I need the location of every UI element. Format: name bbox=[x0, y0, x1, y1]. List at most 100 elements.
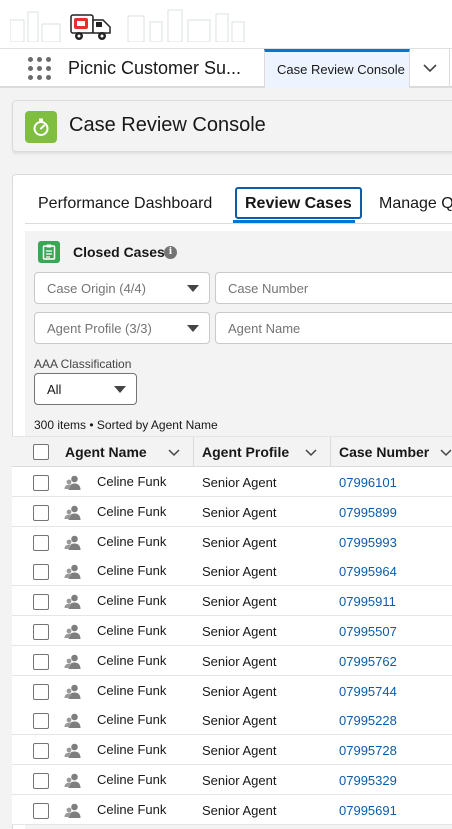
row-checkbox[interactable] bbox=[33, 653, 49, 670]
caret-down-icon bbox=[114, 386, 126, 393]
table-row[interactable]: Celine Funk Senior Agent 07995744 bbox=[12, 675, 452, 706]
agent-icon bbox=[64, 534, 81, 551]
agent-profile-combobox[interactable]: Agent Profile (3/3) bbox=[34, 312, 210, 344]
aaa-classification-select[interactable]: All bbox=[34, 373, 137, 405]
row-checkbox[interactable] bbox=[33, 683, 49, 700]
aaa-classification-value: All bbox=[47, 382, 62, 397]
item-count: 300 items • Sorted by Agent Name bbox=[34, 418, 218, 432]
chevron-down-icon[interactable] bbox=[168, 449, 180, 457]
agent-name-input[interactable]: Agent Name bbox=[215, 312, 452, 344]
agent-name-cell: Celine Funk bbox=[97, 742, 167, 758]
agent-icon bbox=[64, 623, 81, 640]
table-row[interactable]: Celine Funk Senior Agent 07995993 bbox=[12, 526, 452, 557]
tab-manage-q[interactable]: Manage Q bbox=[379, 195, 452, 213]
case-number-link[interactable]: 07996101 bbox=[339, 475, 397, 490]
table-row[interactable]: Celine Funk Senior Agent 07995691 bbox=[12, 794, 452, 825]
agent-profile-cell: Senior Agent bbox=[202, 683, 277, 699]
case-number-placeholder: Case Number bbox=[228, 281, 309, 296]
column-divider[interactable] bbox=[193, 437, 194, 468]
nav-more-button[interactable] bbox=[410, 49, 450, 88]
caret-down-icon bbox=[187, 285, 199, 292]
case-number-link[interactable]: 07995964 bbox=[339, 564, 397, 579]
agent-icon bbox=[64, 593, 81, 610]
case-number-link[interactable]: 07995228 bbox=[339, 713, 397, 728]
agent-icon bbox=[64, 683, 81, 700]
agent-name-cell: Celine Funk bbox=[97, 801, 167, 817]
case-number-link[interactable]: 07995911 bbox=[339, 594, 396, 609]
table-row[interactable]: Celine Funk Senior Agent 07996101 bbox=[12, 467, 452, 497]
column-header-agent-profile[interactable]: Agent Profile bbox=[202, 437, 289, 468]
table-row[interactable]: Celine Funk Senior Agent 07995762 bbox=[12, 645, 452, 676]
row-checkbox[interactable] bbox=[33, 713, 49, 730]
select-all-checkbox[interactable] bbox=[33, 444, 49, 460]
case-number-link[interactable]: 07995329 bbox=[339, 773, 397, 788]
panel-title: Closed Cases bbox=[73, 244, 165, 260]
column-header-agent-name[interactable]: Agent Name bbox=[65, 437, 147, 468]
cases-icon bbox=[38, 241, 60, 263]
case-number-link[interactable]: 07995899 bbox=[339, 505, 397, 520]
agent-name-cell: Celine Funk bbox=[97, 593, 167, 609]
table-row[interactable]: Celine Funk Senior Agent 07995728 bbox=[12, 735, 452, 766]
tab-case-review-console[interactable]: Case Review Console bbox=[264, 49, 410, 88]
agent-icon bbox=[64, 474, 81, 491]
row-checkbox[interactable] bbox=[33, 773, 49, 789]
row-checkbox[interactable] bbox=[33, 594, 49, 611]
top-header bbox=[0, 0, 452, 48]
agent-profile-cell: Senior Agent bbox=[202, 773, 277, 788]
agent-name-cell: Celine Funk bbox=[97, 772, 167, 787]
agent-name-cell: Celine Funk bbox=[97, 503, 167, 519]
app-name: Picnic Customer Su... bbox=[68, 58, 242, 78]
agent-profile-cell: Senior Agent bbox=[202, 653, 277, 669]
agent-profile-cell: Senior Agent bbox=[202, 564, 277, 580]
agent-name-placeholder: Agent Name bbox=[228, 321, 301, 336]
case-number-link[interactable]: 07995993 bbox=[339, 535, 397, 550]
skyline-decoration bbox=[10, 9, 245, 42]
app-launcher-icon[interactable] bbox=[28, 57, 52, 81]
page-title: Case Review Console bbox=[69, 114, 266, 136]
row-checkbox[interactable] bbox=[33, 624, 49, 640]
tab-performance-dashboard[interactable]: Performance Dashboard bbox=[38, 195, 212, 213]
agent-icon bbox=[64, 802, 81, 819]
agent-profile-cell: Senior Agent bbox=[202, 594, 277, 610]
info-icon[interactable]: i bbox=[164, 246, 177, 259]
agent-name-cell: Celine Funk bbox=[97, 533, 167, 549]
agent-profile-label: Agent Profile (3/3) bbox=[47, 321, 152, 336]
caret-down-icon bbox=[187, 325, 199, 332]
table-row[interactable]: Celine Funk Senior Agent 07995899 bbox=[12, 496, 452, 527]
row-checkbox[interactable] bbox=[33, 802, 49, 819]
case-number-link[interactable]: 07995744 bbox=[339, 684, 397, 699]
case-origin-combobox[interactable]: Case Origin (4/4) bbox=[34, 272, 210, 304]
case-number-link[interactable]: 07995507 bbox=[339, 624, 397, 639]
agent-icon bbox=[64, 563, 81, 580]
case-number-input[interactable]: Case Number bbox=[215, 272, 452, 304]
row-checkbox[interactable] bbox=[33, 504, 49, 521]
row-checkbox[interactable] bbox=[33, 475, 49, 491]
chevron-down-icon[interactable] bbox=[305, 449, 317, 457]
table-row[interactable]: Celine Funk Senior Agent 07995329 bbox=[12, 765, 452, 795]
row-checkbox[interactable] bbox=[33, 564, 49, 581]
table-row[interactable]: Celine Funk Senior Agent 07995911 bbox=[12, 586, 452, 617]
agent-name-cell: Celine Funk bbox=[97, 712, 167, 728]
column-header-case-number[interactable]: Case Number bbox=[339, 437, 429, 468]
chevron-down-icon[interactable] bbox=[440, 449, 452, 457]
aaa-classification-label: AAA Classification bbox=[34, 357, 132, 371]
row-checkbox[interactable] bbox=[33, 534, 49, 551]
table-row[interactable]: Celine Funk Senior Agent 07995964 bbox=[12, 556, 452, 587]
tab-review-cases[interactable]: Review Cases bbox=[235, 187, 362, 219]
agent-profile-cell: Senior Agent bbox=[202, 475, 277, 490]
case-number-link[interactable]: 07995728 bbox=[339, 743, 397, 758]
agent-icon bbox=[64, 772, 81, 789]
table-row[interactable]: Celine Funk Senior Agent 07995228 bbox=[12, 705, 452, 736]
agent-icon bbox=[64, 653, 81, 670]
column-divider[interactable] bbox=[330, 437, 331, 468]
case-origin-label: Case Origin (4/4) bbox=[47, 281, 146, 296]
agent-name-cell: Celine Funk bbox=[97, 474, 167, 489]
agent-name-cell: Celine Funk bbox=[97, 682, 167, 698]
agent-name-cell: Celine Funk bbox=[97, 652, 167, 668]
case-number-link[interactable]: 07995691 bbox=[339, 803, 397, 818]
row-checkbox[interactable] bbox=[33, 743, 49, 760]
case-number-link[interactable]: 07995762 bbox=[339, 654, 397, 669]
agent-name-cell: Celine Funk bbox=[97, 623, 167, 638]
table-row[interactable]: Celine Funk Senior Agent 07995507 bbox=[12, 616, 452, 646]
table-header: Agent Name Agent Profile Case Number bbox=[12, 436, 452, 468]
